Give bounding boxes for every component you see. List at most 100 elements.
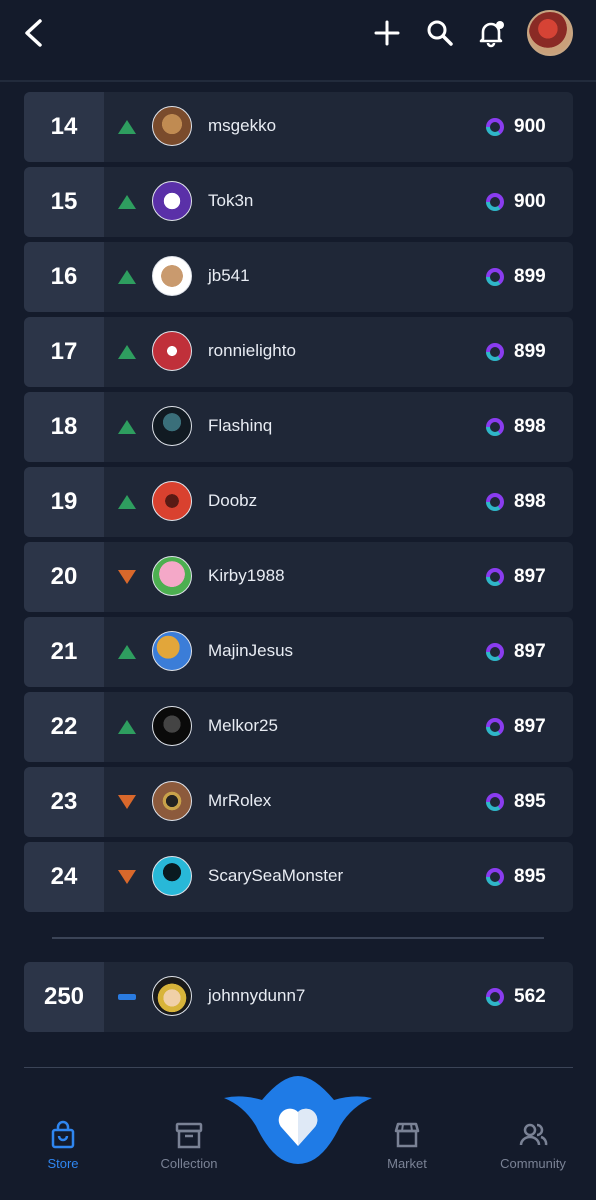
leaderboard-row[interactable]: 14 msgekko 900 <box>24 92 573 162</box>
leaderboard-row[interactable]: 15 Tok3n 900 <box>24 167 573 237</box>
score-ring-icon <box>486 193 504 211</box>
nav-community-label: Community <box>500 1156 566 1171</box>
score: 899 <box>514 341 546 362</box>
rank-number: 22 <box>24 692 104 762</box>
avatar <box>152 106 192 146</box>
username: Kirby1988 <box>208 566 285 585</box>
username: msgekko <box>208 116 277 135</box>
avatar <box>152 781 192 821</box>
leaderboard-row[interactable]: 19 Doobz 898 <box>24 467 573 537</box>
leaderboard-row[interactable]: 20 Kirby1988 897 <box>24 542 573 612</box>
nav-market-label: Market <box>387 1156 427 1171</box>
score: 895 <box>514 791 546 812</box>
leaderboard-row[interactable]: 17 ronnielighto 899 <box>24 317 573 387</box>
score: 562 <box>514 986 546 1007</box>
trend-down-icon <box>118 870 136 884</box>
notification-bell-icon[interactable] <box>472 14 510 52</box>
score: 900 <box>514 191 546 212</box>
score: 898 <box>514 416 546 437</box>
leaderboard-row[interactable]: 16 jb541 899 <box>24 242 573 312</box>
rank-number: 15 <box>24 167 104 237</box>
divider <box>52 937 544 939</box>
username: MajinJesus <box>208 641 294 660</box>
username: Flashinq <box>208 416 273 435</box>
score: 897 <box>514 566 546 587</box>
rank-number: 250 <box>24 962 104 1032</box>
avatar <box>152 631 192 671</box>
username: ScarySeaMonster <box>208 866 344 885</box>
score-ring-icon <box>486 868 504 886</box>
username: Doobz <box>208 491 258 510</box>
score-ring-icon <box>486 793 504 811</box>
rank-number: 20 <box>24 542 104 612</box>
avatar <box>152 706 192 746</box>
score-ring-icon <box>486 343 504 361</box>
rank-number: 16 <box>24 242 104 312</box>
username: Melkor25 <box>208 716 278 735</box>
trend-up-icon <box>118 645 136 659</box>
leaderboard-row[interactable]: 24 ScarySeaMonster 895 <box>24 842 573 912</box>
trend-up-icon <box>118 120 136 134</box>
avatar <box>152 976 192 1016</box>
trend-down-icon <box>118 570 136 584</box>
nav-collection-label: Collection <box>160 1156 218 1171</box>
leaderboard-row[interactable]: 22 Melkor25 897 <box>24 692 573 762</box>
score: 895 <box>514 866 546 887</box>
archive-box-icon <box>175 1122 203 1149</box>
nav-community[interactable]: Community <box>478 1120 588 1171</box>
heart-badge-icon <box>224 1076 372 1164</box>
trend-up-icon <box>118 195 136 209</box>
avatar <box>152 856 192 896</box>
trend-down-icon <box>118 795 136 809</box>
current-user-row[interactable]: 250 johnnydunn7 562 <box>24 962 573 1032</box>
avatar <box>152 556 192 596</box>
user-avatar[interactable] <box>527 10 573 56</box>
center-heart-button[interactable] <box>222 1076 374 1166</box>
leaderboard-row[interactable]: 18 Flashinq 898 <box>24 392 573 462</box>
username: Tok3n <box>208 191 254 210</box>
rank-number: 17 <box>24 317 104 387</box>
score-ring-icon <box>486 268 504 286</box>
rank-number: 18 <box>24 392 104 462</box>
back-arrow-icon[interactable] <box>14 14 52 52</box>
trend-up-icon <box>118 270 136 284</box>
score-ring-icon <box>486 718 504 736</box>
score: 897 <box>514 716 546 737</box>
score: 899 <box>514 266 546 287</box>
leaderboard-row[interactable]: 21 MajinJesus 897 <box>24 617 573 687</box>
people-icon <box>519 1123 548 1146</box>
trend-unchanged-icon <box>118 994 136 1000</box>
score-ring-icon <box>486 643 504 661</box>
shopping-bag-icon <box>51 1120 75 1149</box>
search-icon[interactable] <box>421 14 459 52</box>
score: 898 <box>514 491 546 512</box>
divider <box>24 1067 573 1068</box>
score-ring-icon <box>486 493 504 511</box>
avatar <box>152 481 192 521</box>
storefront-icon <box>394 1122 420 1148</box>
rank-number: 23 <box>24 767 104 837</box>
trend-up-icon <box>118 345 136 359</box>
rank-number: 24 <box>24 842 104 912</box>
avatar <box>152 181 192 221</box>
score-ring-icon <box>486 118 504 136</box>
score-ring-icon <box>486 418 504 436</box>
rank-number: 19 <box>24 467 104 537</box>
score: 897 <box>514 641 546 662</box>
avatar <box>152 406 192 446</box>
trend-up-icon <box>118 495 136 509</box>
avatar <box>152 331 192 371</box>
score: 900 <box>514 116 546 137</box>
leaderboard-row[interactable]: 23 MrRolex 895 <box>24 767 573 837</box>
nav-store-label: Store <box>47 1156 79 1171</box>
nav-store[interactable]: Store <box>8 1120 118 1171</box>
rank-number: 21 <box>24 617 104 687</box>
username: johnnydunn7 <box>208 986 306 1005</box>
trend-up-icon <box>118 420 136 434</box>
top-bar <box>0 0 596 82</box>
score-ring-icon <box>486 568 504 586</box>
add-icon[interactable] <box>368 14 406 52</box>
username: ronnielighto <box>208 341 296 360</box>
score-ring-icon <box>486 988 504 1006</box>
rank-number: 14 <box>24 92 104 162</box>
